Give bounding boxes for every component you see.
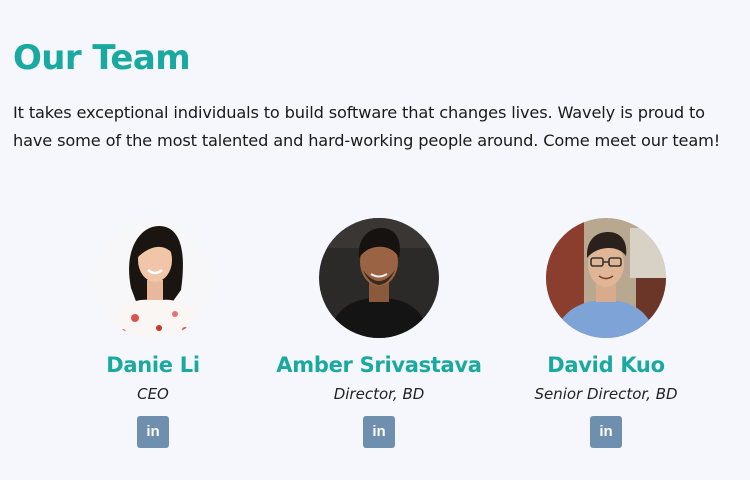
team-member-card: Amber Srivastava Director, BD in — [259, 218, 499, 448]
member-name: Danie Li — [106, 353, 200, 377]
member-role: Director, BD — [333, 385, 425, 403]
intro-text: It takes exceptional individuals to buil… — [13, 103, 721, 150]
member-role: Senior Director, BD — [534, 385, 678, 403]
linkedin-icon: in — [599, 423, 613, 440]
linkedin-button[interactable]: in — [590, 416, 622, 448]
page-title: Our Team — [13, 38, 191, 78]
member-name: David Kuo — [547, 353, 665, 377]
linkedin-icon: in — [146, 423, 160, 440]
avatar-danie-li — [93, 218, 213, 338]
member-name: Amber Srivastava — [276, 353, 482, 377]
avatar-david-kuo — [546, 218, 666, 338]
member-role: CEO — [137, 385, 169, 403]
linkedin-button[interactable]: in — [137, 416, 169, 448]
team-member-card: David Kuo Senior Director, BD in — [486, 218, 726, 448]
team-member-card: Danie Li CEO in — [33, 218, 273, 448]
linkedin-button[interactable]: in — [363, 416, 395, 448]
linkedin-icon: in — [372, 423, 386, 440]
avatar-amber-srivastava — [319, 218, 439, 338]
